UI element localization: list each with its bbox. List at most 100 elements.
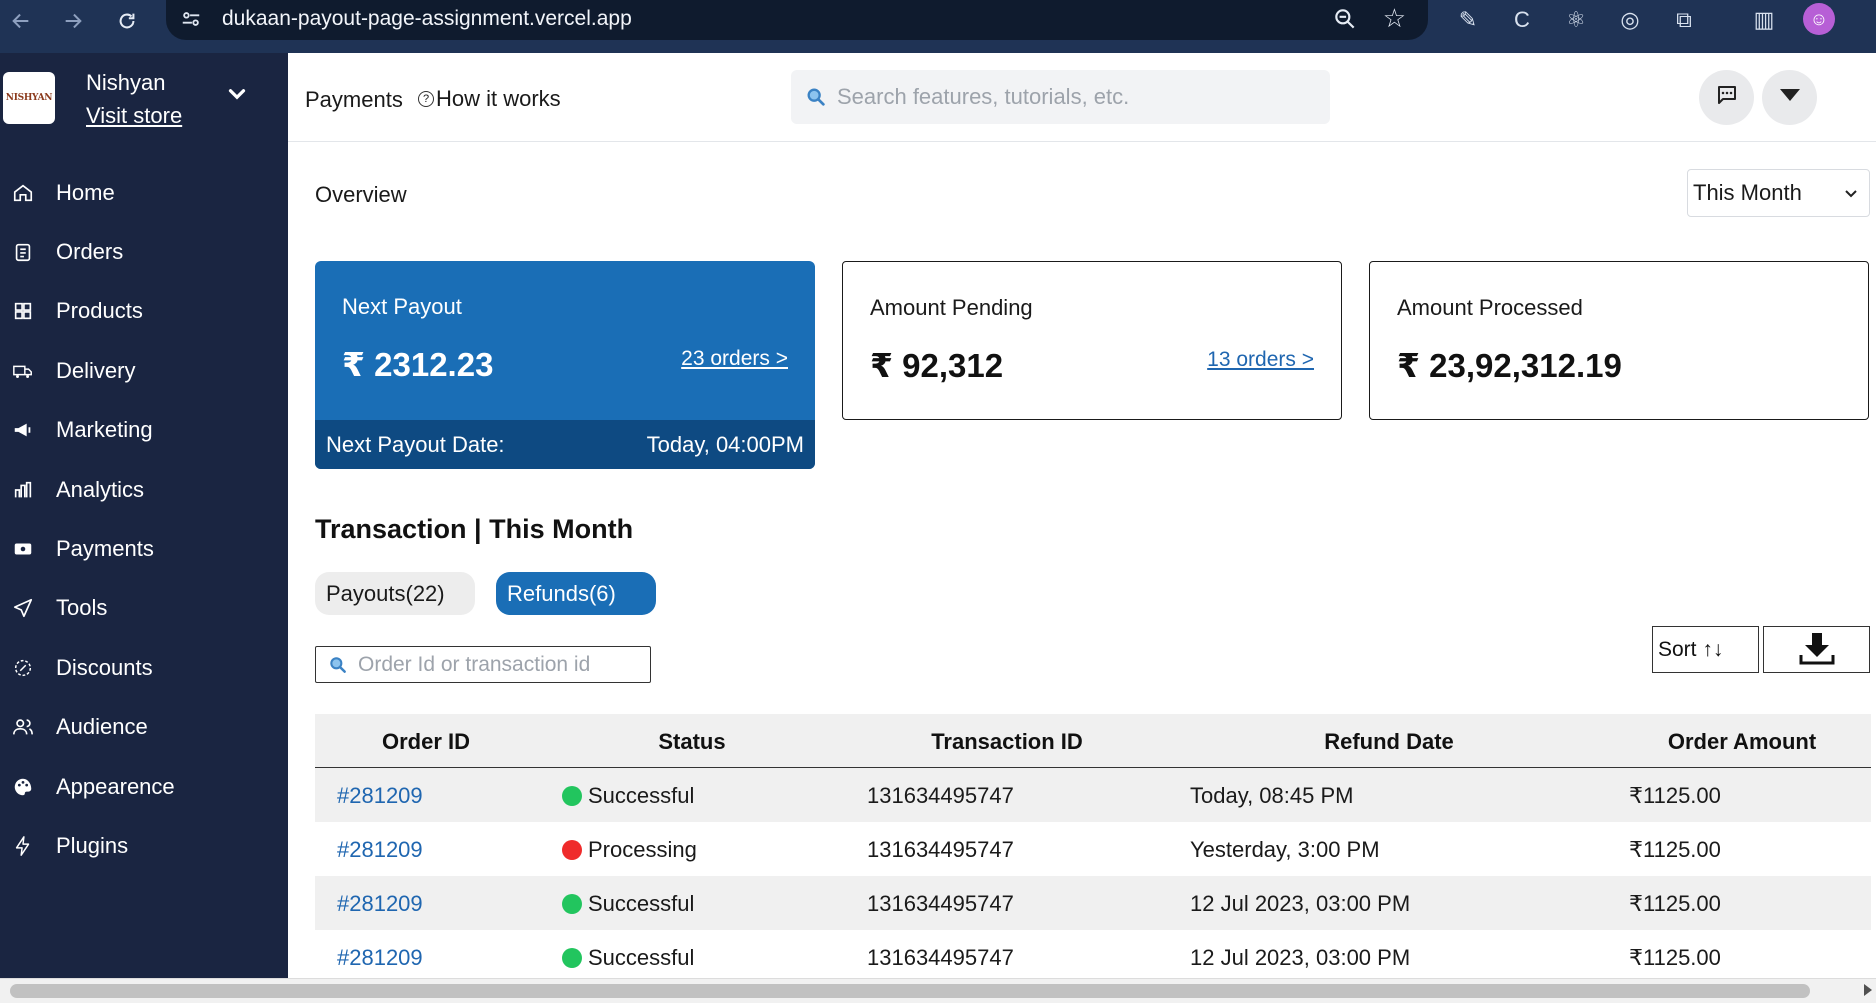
- store-logo[interactable]: NISHYAN: [3, 72, 55, 124]
- sidebar-item-orders[interactable]: Orders: [0, 222, 288, 281]
- global-search[interactable]: [791, 70, 1330, 124]
- sidebar-item-tools[interactable]: Tools: [0, 579, 288, 638]
- sidebar-item-label: Discounts: [56, 654, 153, 680]
- column-header-order-id[interactable]: Order ID: [382, 729, 470, 755]
- column-header-transaction-id[interactable]: Transaction ID: [931, 729, 1083, 755]
- sidebar-item-label: Audience: [56, 714, 148, 740]
- css-extension-icon[interactable]: C: [1506, 4, 1538, 36]
- table-row: #281209 Successful 131634495747 Today, 0…: [315, 768, 1871, 822]
- tab-payouts[interactable]: Payouts(22): [315, 572, 475, 615]
- home-icon: [12, 182, 34, 204]
- sidebar-item-payments[interactable]: Payments: [0, 519, 288, 578]
- sidebar-item-label: Payments: [56, 536, 154, 562]
- url-text[interactable]: dukaan-payout-page-assignment.vercel.app: [222, 7, 632, 31]
- how-it-works-link[interactable]: ? How it works: [418, 86, 561, 112]
- amount-pending-label: Amount Pending: [870, 295, 1033, 320]
- sidebar-item-home[interactable]: Home: [0, 163, 288, 222]
- sidebar-item-analytics[interactable]: Analytics: [0, 460, 288, 519]
- address-bar[interactable]: dukaan-payout-page-assignment.vercel.app…: [166, 0, 1428, 40]
- table-row: #281209 Successful 131634495747 12 Jul 2…: [315, 930, 1871, 984]
- status-text: Successful: [588, 891, 695, 916]
- refund-date-cell: 12 Jul 2023, 03:00 PM: [1190, 945, 1411, 970]
- status-dot: [562, 948, 582, 968]
- transaction-search-input[interactable]: [358, 652, 638, 677]
- eyedropper-extension-icon[interactable]: ✎: [1452, 4, 1484, 36]
- next-payout-date-bar: Next Payout Date: Today, 04:00PM: [315, 420, 815, 469]
- back-arrow-icon[interactable]: [4, 4, 38, 38]
- extensions-puzzle-icon[interactable]: ⧉: [1668, 4, 1700, 36]
- transactions-title: Transaction | This Month: [315, 514, 634, 544]
- period-select[interactable]: This Month: [1687, 169, 1870, 217]
- refund-date-cell: 12 Jul 2023, 03:00 PM: [1190, 891, 1411, 916]
- order-amount-cell: ₹1125.00: [1629, 837, 1721, 862]
- status-cell: Processing: [562, 837, 697, 863]
- target-extension-icon[interactable]: ◎: [1614, 4, 1646, 36]
- sidebar-item-label: Appearence: [56, 773, 175, 799]
- profile-avatar[interactable]: ☺: [1803, 3, 1835, 35]
- transaction-id-cell: 131634495747: [867, 891, 1014, 916]
- sidebar-item-appearence[interactable]: Appearence: [0, 757, 288, 816]
- status-cell: Successful: [562, 783, 694, 809]
- how-it-works-label: How it works: [436, 86, 561, 111]
- page-title: Payments: [305, 87, 403, 112]
- column-header-order-amount[interactable]: Order Amount: [1668, 729, 1816, 755]
- transaction-search[interactable]: [315, 646, 651, 683]
- sidebar-item-delivery[interactable]: Delivery: [0, 341, 288, 400]
- clipboard-icon: [12, 241, 34, 263]
- zoom-icon[interactable]: [1332, 6, 1358, 32]
- account-menu-button[interactable]: [1762, 70, 1817, 125]
- grid-icon: [12, 300, 34, 322]
- status-cell: Successful: [562, 945, 694, 971]
- next-payout-label: Next Payout: [342, 294, 462, 319]
- bookmark-star-icon[interactable]: ☆: [1383, 3, 1406, 34]
- amount-pending-value: ₹ 92,312: [870, 347, 1004, 384]
- caret-down-icon: [1779, 88, 1801, 107]
- download-button[interactable]: [1763, 626, 1870, 673]
- scroll-right-arrow-icon[interactable]: [1864, 984, 1872, 996]
- global-search-input[interactable]: [837, 84, 1317, 110]
- next-payout-orders-link[interactable]: 23 orders >: [681, 347, 788, 371]
- sidebar-item-label: Orders: [56, 239, 124, 265]
- sidebar-item-discounts[interactable]: Discounts: [0, 638, 288, 697]
- horizontal-scrollbar[interactable]: [0, 978, 1876, 1003]
- download-icon: [1799, 631, 1835, 668]
- order-id-link[interactable]: #281209: [337, 837, 423, 863]
- sort-button[interactable]: Sort ↑↓: [1652, 626, 1759, 673]
- transactions-table: Order ID Status Transaction ID Refund Da…: [315, 714, 1871, 984]
- scrollbar-thumb[interactable]: [10, 984, 1810, 998]
- column-header-status[interactable]: Status: [658, 729, 725, 755]
- sidebar-item-label: Marketing: [56, 417, 153, 443]
- column-header-refund-date[interactable]: Refund Date: [1324, 729, 1454, 755]
- table-row: #281209 Processing 131634495747 Yesterda…: [315, 822, 1871, 876]
- side-panel-icon[interactable]: ▥: [1748, 4, 1780, 36]
- browser-toolbar: dukaan-payout-page-assignment.vercel.app…: [0, 0, 1876, 53]
- reload-icon[interactable]: [110, 4, 144, 38]
- send-icon: [12, 597, 34, 619]
- status-dot: [562, 894, 582, 914]
- messages-button[interactable]: [1699, 70, 1754, 125]
- sidebar-item-audience[interactable]: Audience: [0, 698, 288, 757]
- sidebar: NISHYAN Nishyan Visit store Home Orders …: [0, 53, 288, 978]
- chevron-down-icon[interactable]: [224, 81, 250, 107]
- overview-title: Overview: [315, 182, 407, 207]
- amount-pending-orders-link[interactable]: 13 orders >: [1207, 348, 1314, 372]
- sidebar-item-plugins[interactable]: Plugins: [0, 816, 288, 875]
- visit-store-link[interactable]: Visit store: [86, 103, 182, 129]
- order-id-link[interactable]: #281209: [337, 891, 423, 917]
- palette-icon: [12, 776, 34, 798]
- status-dot: [562, 840, 582, 860]
- order-id-link[interactable]: #281209: [337, 783, 423, 809]
- sidebar-item-products[interactable]: Products: [0, 282, 288, 341]
- forward-arrow-icon[interactable]: [56, 4, 90, 38]
- site-settings-icon[interactable]: [180, 8, 202, 30]
- transaction-id-cell: 131634495747: [867, 945, 1014, 970]
- tab-refunds[interactable]: Refunds(6): [496, 572, 656, 615]
- bar-chart-icon: [12, 479, 34, 501]
- sidebar-item-label: Products: [56, 298, 143, 324]
- sidebar-item-label: Home: [56, 179, 115, 205]
- react-devtools-icon[interactable]: ⚛: [1560, 4, 1592, 36]
- sidebar-item-marketing[interactable]: Marketing: [0, 401, 288, 460]
- megaphone-icon: [12, 419, 34, 441]
- order-id-link[interactable]: #281209: [337, 945, 423, 971]
- next-payout-amount: ₹ 2312.23: [342, 346, 494, 383]
